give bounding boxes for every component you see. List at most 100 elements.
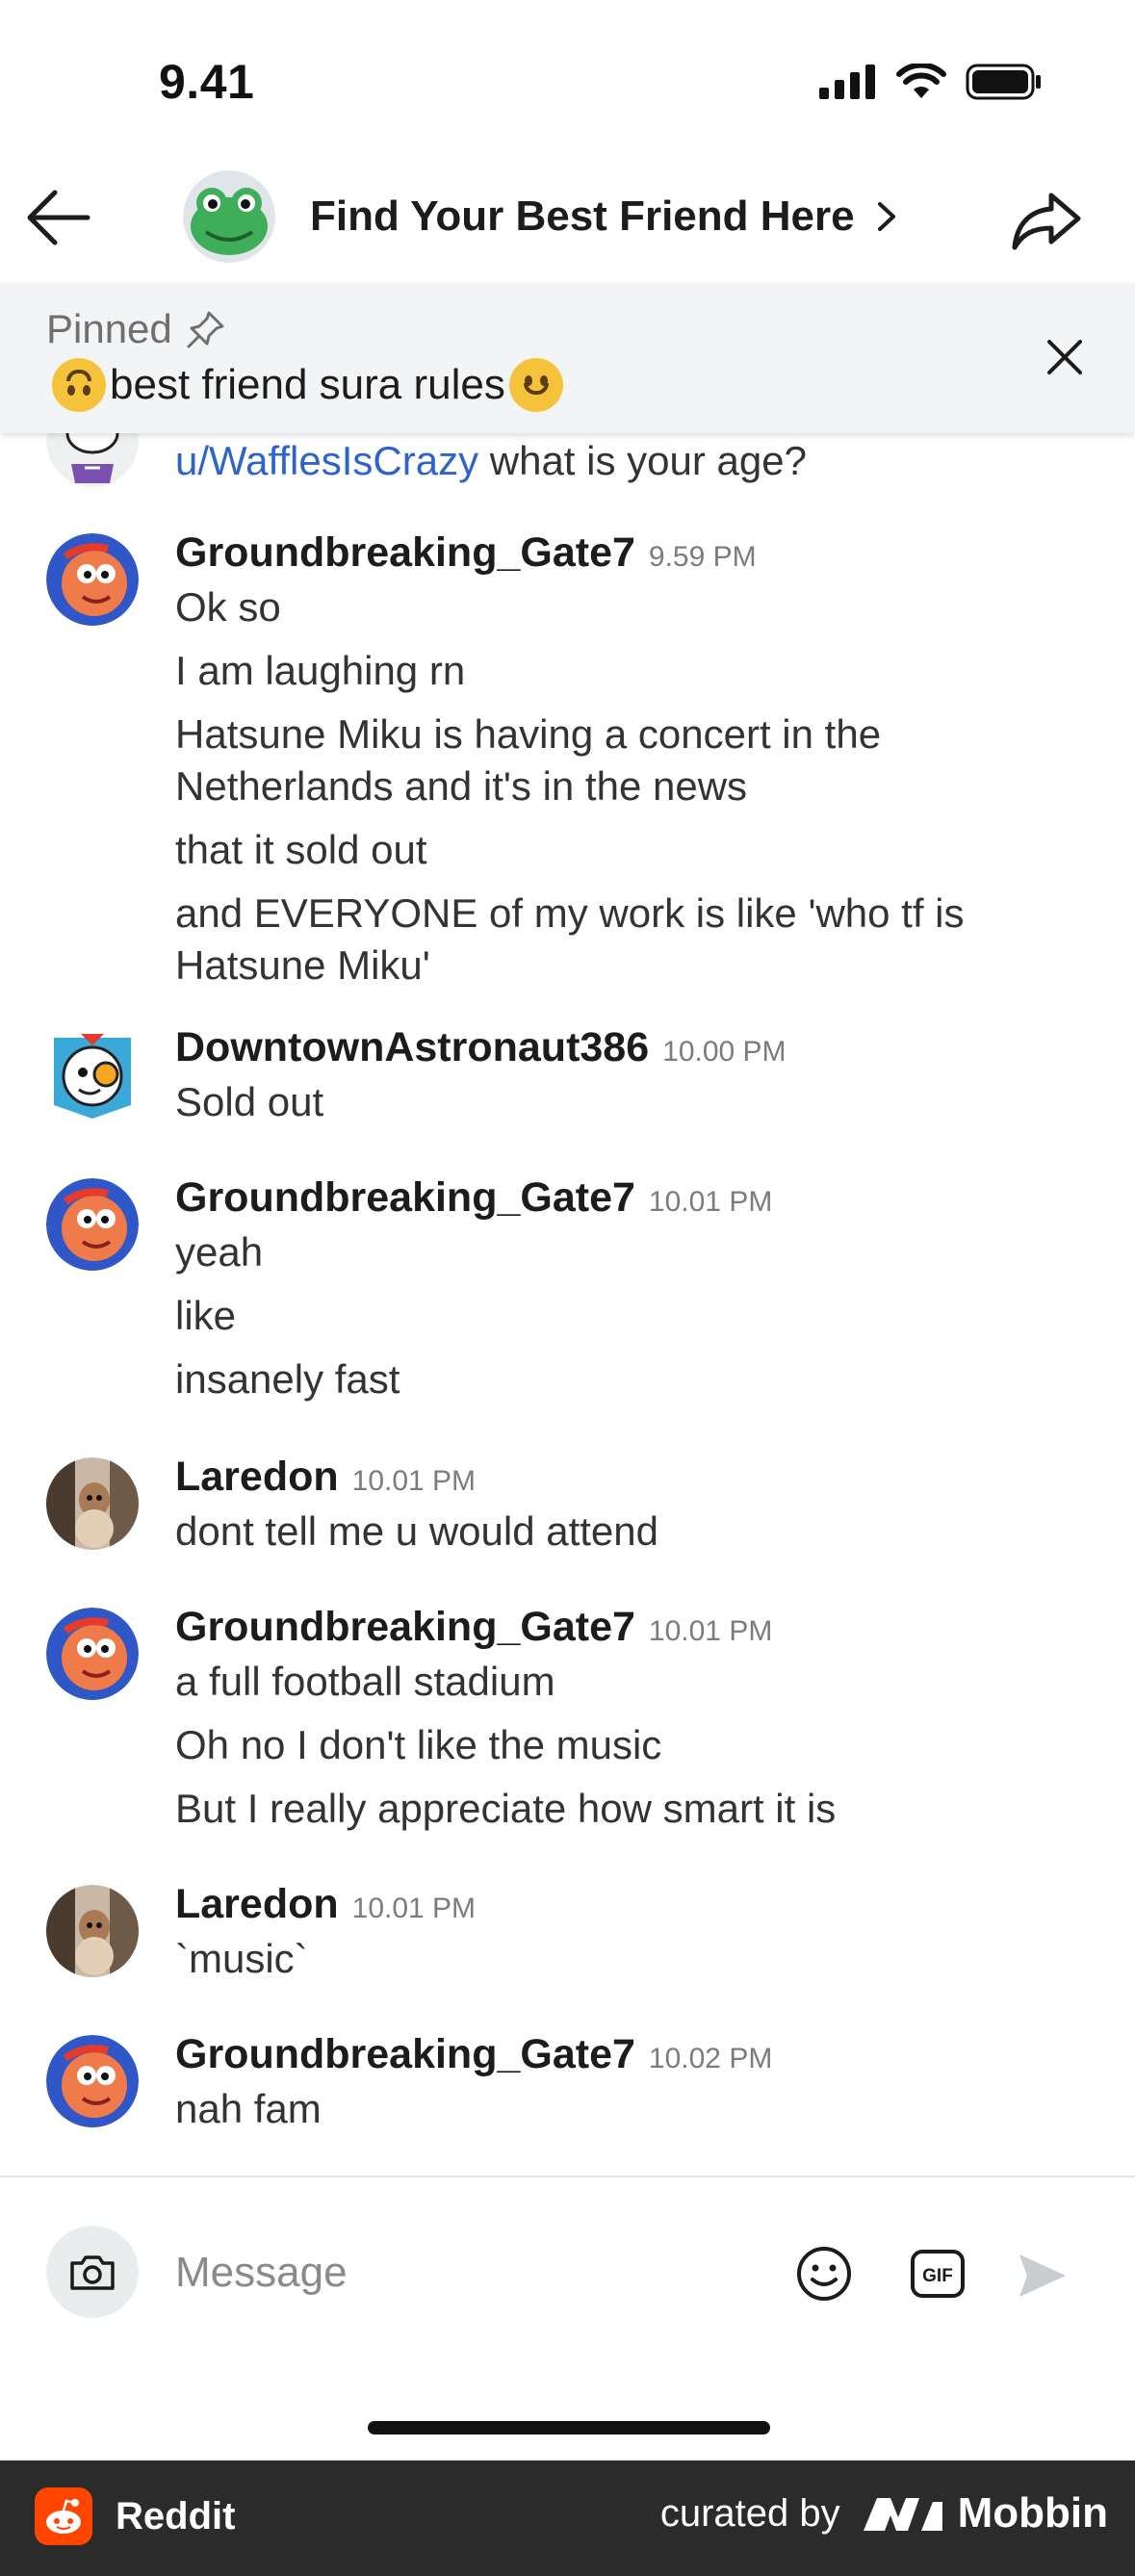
- pinned-label-row: Pinned: [46, 306, 226, 352]
- author-name[interactable]: Groundbreaking_Gate7: [175, 529, 635, 577]
- avatar[interactable]: [46, 2035, 139, 2127]
- avatar[interactable]: [46, 1028, 139, 1121]
- message-text: a full football stadium: [175, 1659, 555, 1704]
- message-list[interactable]: u/WafflesIsCrazy what is your age? Groun…: [0, 433, 1135, 2176]
- gif-label: GIF: [922, 2266, 953, 2286]
- timestamp: 9.59 PM: [648, 541, 757, 573]
- arrow-left-icon: [27, 190, 90, 245]
- send-icon: [1019, 2254, 1066, 2297]
- send-button[interactable]: [1016, 2249, 1070, 2303]
- message-group-body: Groundbreaking_Gate7 9.59 PM Ok so I am …: [175, 529, 1077, 992]
- message-text: Hatsune Miku is having a concert in the …: [175, 711, 882, 809]
- timestamp: 10.01 PM: [351, 1893, 477, 1924]
- author-row: Laredon 10.01 PM: [175, 1454, 1077, 1506]
- cartoon-avatar-icon: [46, 1608, 139, 1700]
- user-mention-link[interactable]: u/WafflesIsCrazy: [175, 438, 478, 483]
- cartoon-avatar-icon: [46, 2035, 139, 2127]
- author-name[interactable]: DowntownAstronaut386: [175, 1024, 649, 1071]
- status-icons: [819, 64, 1043, 100]
- slightly-smiling-face-emoji: [508, 358, 563, 412]
- emoji-button[interactable]: [795, 2245, 853, 2303]
- message-text: Oh no I don't like the music: [175, 1722, 662, 1767]
- timestamp: 10.00 PM: [662, 1036, 787, 1068]
- message-text: insanely fast: [175, 1356, 400, 1402]
- mobbin-logo: Mobbin: [862, 2489, 1108, 2537]
- message-text: and EVERYONE of my work is like 'who tf …: [175, 890, 965, 988]
- message-text: Ok so: [175, 584, 281, 630]
- gif-button[interactable]: GIF: [910, 2249, 966, 2299]
- timestamp: 10.01 PM: [648, 1615, 773, 1647]
- close-icon: [1047, 340, 1082, 374]
- footer-bar: Reddit curated by Mobbin: [0, 2460, 1135, 2576]
- avatar[interactable]: [46, 1178, 139, 1271]
- author-row: DowntownAstronaut386 10.00 PM: [175, 1024, 1077, 1076]
- emoji-icon: [797, 2247, 851, 2301]
- message-text: dont tell me u would attend: [175, 1508, 658, 1554]
- timestamp: 10.01 PM: [351, 1465, 477, 1497]
- snoo-avatar-icon: [46, 433, 139, 487]
- message-input[interactable]: [175, 2239, 753, 2306]
- back-button[interactable]: [21, 181, 94, 254]
- dog-photo-avatar-icon: [46, 1885, 139, 1977]
- author-row: Groundbreaking_Gate7 10.01 PM: [175, 1174, 1077, 1226]
- footer-brand-group: Reddit: [35, 2487, 235, 2545]
- status-time: 9.41: [159, 55, 255, 109]
- signal-icon: [819, 64, 875, 99]
- pinned-message-bar[interactable]: Pinned best friend sura rules: [0, 283, 1135, 433]
- message-text: But I really appreciate how smart it is: [175, 1786, 837, 1831]
- dog-photo-avatar-icon: [46, 1457, 139, 1550]
- pinned-text-row: best friend sura rules: [48, 358, 567, 412]
- pin-icon: [187, 311, 224, 348]
- chat-avatar[interactable]: [183, 170, 275, 263]
- message-text: nah fam: [175, 2086, 322, 2131]
- cartoon-avatar-icon: [46, 533, 139, 626]
- author-row: Groundbreaking_Gate7 10.01 PM: [175, 1604, 1077, 1656]
- timestamp: 10.02 PM: [648, 2043, 773, 2074]
- message-text-rest: what is your age?: [478, 438, 807, 483]
- share-button[interactable]: [1008, 185, 1085, 258]
- mobbin-name: Mobbin: [957, 2489, 1108, 2537]
- chat-title: Find Your Best Friend Here: [310, 193, 855, 240]
- footer-credit-group: curated by Mobbin: [660, 2489, 1108, 2537]
- avatar[interactable]: [46, 1885, 139, 1977]
- avatar[interactable]: [46, 1608, 139, 1700]
- author-name[interactable]: Laredon: [175, 1881, 339, 1928]
- avatar[interactable]: [46, 533, 139, 626]
- author-name[interactable]: Groundbreaking_Gate7: [175, 1604, 635, 1651]
- share-icon: [1012, 193, 1081, 250]
- chevron-right-icon: [877, 202, 895, 231]
- message-text: like: [175, 1293, 237, 1338]
- status-bar: 9.41: [0, 0, 1135, 164]
- author-row: Groundbreaking_Gate7 10.02 PM: [175, 2031, 1077, 2083]
- message-text: I am laughing rn: [175, 648, 466, 693]
- message-group-body: DowntownAstronaut386 10.00 PM Sold out: [175, 1024, 1077, 1128]
- reddit-logo-icon: [35, 2487, 92, 2545]
- timestamp: 10.01 PM: [648, 1186, 773, 1218]
- astronaut-avatar-icon: [46, 1028, 139, 1121]
- message-group-body: Laredon 10.01 PM `music`: [175, 1881, 1077, 1985]
- pinned-label: Pinned: [46, 306, 172, 351]
- camera-button[interactable]: [46, 2226, 139, 2318]
- message-text: that it sold out: [175, 827, 427, 872]
- message-text: `music`: [175, 1936, 308, 1981]
- message-group-body: Groundbreaking_Gate7 10.01 PM yeah like …: [175, 1174, 1077, 1405]
- message-text: Sold out: [175, 1079, 324, 1124]
- author-name[interactable]: Groundbreaking_Gate7: [175, 1174, 635, 1222]
- avatar[interactable]: [46, 1457, 139, 1550]
- pinned-text: best friend sura rules: [110, 361, 505, 408]
- close-pinned-button[interactable]: [1039, 331, 1091, 383]
- message-group-body: Laredon 10.01 PM dont tell me u would at…: [175, 1454, 1077, 1558]
- author-row: Laredon 10.01 PM: [175, 1881, 1077, 1933]
- list-item: u/WafflesIsCrazy what is your age?: [0, 433, 1135, 491]
- author-name[interactable]: Groundbreaking_Gate7: [175, 2031, 635, 2078]
- avatar[interactable]: [46, 433, 139, 487]
- wifi-icon: [896, 64, 946, 98]
- home-indicator: [368, 2421, 770, 2434]
- frog-avatar-icon: [183, 170, 275, 263]
- message-group-body: Groundbreaking_Gate7 10.01 PM a full foo…: [175, 1604, 1077, 1835]
- upside-down-face-emoji: [52, 358, 106, 412]
- author-row: Groundbreaking_Gate7 9.59 PM: [175, 529, 1077, 581]
- author-name[interactable]: Laredon: [175, 1454, 339, 1501]
- chat-title-link[interactable]: Find Your Best Friend Here: [310, 193, 897, 241]
- gif-icon: GIF: [911, 2250, 965, 2298]
